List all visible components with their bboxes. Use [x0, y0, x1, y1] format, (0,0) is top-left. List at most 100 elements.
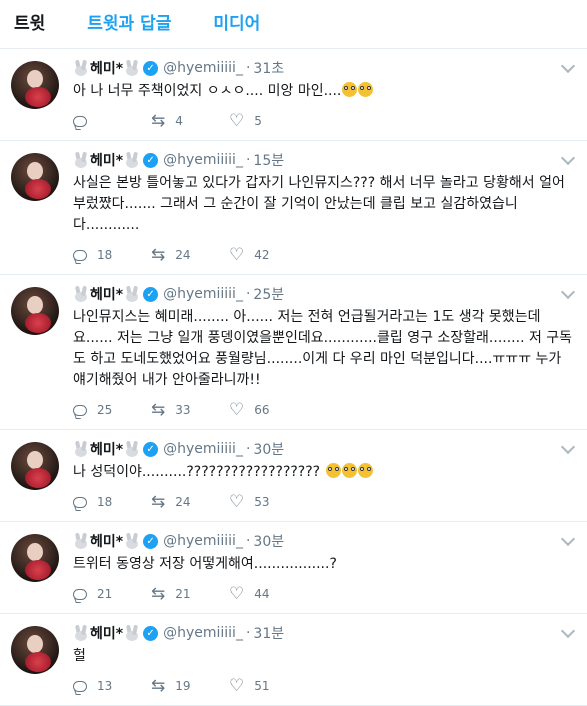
like-count: 66: [254, 403, 270, 417]
retweet-count: 21: [175, 587, 191, 601]
reply-count: 18: [97, 248, 113, 262]
like-button[interactable]: ♡ 5: [229, 111, 307, 131]
tweet-body-text: 나 성덕이야..........??????????????????: [73, 464, 325, 480]
tweet-text: 트위터 동영상 저장 어떻게해여.................?: [73, 554, 575, 575]
flushed-face-icon: [341, 463, 357, 478]
tweet-time[interactable]: 25분: [253, 284, 284, 304]
reply-icon: [73, 588, 87, 600]
user-name[interactable]: 헤미*: [90, 623, 123, 643]
retweet-count: 33: [175, 403, 191, 417]
avatar[interactable]: [11, 534, 59, 582]
tweet-time[interactable]: 30분: [253, 439, 284, 459]
tweet-text: 나 성덕이야..........??????????????????: [73, 462, 575, 483]
tab-tweets-and-replies[interactable]: 트윗과 답글: [87, 0, 171, 48]
rabbit-emoji-icon: [73, 533, 89, 549]
retweet-button[interactable]: ⇆ 4: [151, 111, 229, 131]
tweet-body-text: 아 나 너무 주책이었지 ㅇㅅㅇ.... 미앙 마인....: [73, 83, 342, 99]
tab-tweets[interactable]: 트윗: [14, 0, 45, 48]
like-button[interactable]: ♡ 53: [229, 492, 307, 512]
tweet[interactable]: 헤미* ✓ @hyemiiiii_ · 30분 나 성덕이야..........…: [0, 430, 587, 522]
rabbit-emoji-icon: [73, 60, 89, 76]
like-button[interactable]: ♡ 51: [229, 676, 307, 696]
tweet-text: 헐: [73, 646, 575, 667]
tweet[interactable]: 헤미* ✓ @hyemiiiii_ · 25분 나인뮤지스는 혜미래......…: [0, 275, 587, 430]
user-name[interactable]: 헤미*: [90, 150, 123, 170]
user-name[interactable]: 헤미*: [90, 531, 123, 551]
retweet-button[interactable]: ⇆ 19: [151, 678, 229, 695]
retweet-button[interactable]: ⇆ 24: [151, 494, 229, 511]
reply-count: 21: [97, 587, 113, 601]
tweet-body-text: 헐: [73, 648, 86, 664]
user-handle[interactable]: @hyemiiiii_: [163, 60, 243, 76]
like-icon: ♡: [229, 111, 245, 131]
like-icon: ♡: [229, 676, 245, 696]
reply-icon: [73, 249, 87, 261]
rabbit-emoji-icon: [73, 152, 89, 168]
retweet-count: 24: [175, 248, 191, 262]
retweet-icon: ⇆: [151, 584, 166, 604]
retweet-button[interactable]: ⇆ 21: [151, 584, 229, 604]
retweet-icon: ⇆: [151, 111, 166, 131]
user-handle[interactable]: @hyemiiiii_: [163, 286, 243, 302]
tweet-header: 헤미* ✓ @hyemiiiii_ · 15분: [73, 149, 575, 171]
retweet-icon: ⇆: [151, 400, 166, 420]
tweet-body-text: 사실은 본방 틀어놓고 있다가 갑자기 나인뮤지스??? 해서 너무 놀라고 당…: [73, 175, 565, 233]
reply-button[interactable]: 21: [73, 587, 151, 601]
separator-dot: ·: [245, 152, 251, 168]
user-handle[interactable]: @hyemiiiii_: [163, 441, 243, 457]
tweet-actions: 18 ⇆ 24 ♡ 42: [73, 236, 575, 274]
emoji-group: [341, 82, 374, 99]
tweet-time[interactable]: 31초: [253, 58, 284, 78]
rabbit-emoji-icon: [73, 286, 89, 302]
avatar[interactable]: [11, 287, 59, 335]
avatar[interactable]: [11, 153, 59, 201]
reply-button[interactable]: [73, 115, 151, 127]
user-handle[interactable]: @hyemiiiii_: [163, 533, 243, 549]
tweet-time[interactable]: 31분: [253, 623, 284, 643]
like-count: 51: [254, 679, 270, 693]
verified-icon: ✓: [143, 60, 159, 76]
like-button[interactable]: ♡ 42: [229, 247, 307, 264]
tab-media[interactable]: 미디어: [213, 0, 260, 48]
avatar[interactable]: [11, 626, 59, 674]
tweet-body-text: 트위터 동영상 저장 어떻게해여.................?: [73, 556, 337, 572]
tweet-text: 사실은 본방 틀어놓고 있다가 갑자기 나인뮤지스??? 해서 너무 놀라고 당…: [73, 173, 575, 236]
like-icon: ♡: [229, 400, 245, 420]
tweet-body-text: 나인뮤지스는 혜미래........ 아...... 저는 전혀 언급될거라고는…: [73, 309, 573, 388]
tweet[interactable]: 헤미* ✓ @hyemiiiii_ · 31분 헐 13 ⇆ 19 ♡ 51: [0, 614, 587, 706]
avatar[interactable]: [11, 442, 59, 490]
retweet-icon: ⇆: [151, 245, 166, 265]
avatar[interactable]: [11, 61, 59, 109]
timeline: 헤미* ✓ @hyemiiiii_ · 31초 아 나 너무 주책이었지 ㅇㅅㅇ…: [0, 49, 587, 706]
retweet-button[interactable]: ⇆ 24: [151, 245, 229, 265]
like-button[interactable]: ♡ 44: [229, 586, 307, 603]
user-handle[interactable]: @hyemiiiii_: [163, 625, 243, 641]
flushed-face-icon: [325, 463, 341, 478]
user-handle[interactable]: @hyemiiiii_: [163, 152, 243, 168]
tweet[interactable]: 헤미* ✓ @hyemiiiii_ · 30분 트위터 동영상 저장 어떻게해여…: [0, 522, 587, 614]
like-icon: ♡: [229, 492, 245, 512]
reply-icon: [73, 404, 87, 416]
separator-dot: ·: [245, 286, 251, 302]
rabbit-emoji-icon: [124, 441, 140, 457]
flushed-face-icon: [357, 463, 373, 478]
tweet-actions: 21 ⇆ 21 ♡ 44: [73, 575, 575, 613]
tweet-time[interactable]: 15분: [253, 150, 284, 170]
reply-button[interactable]: 13: [73, 679, 151, 693]
retweet-button[interactable]: ⇆ 33: [151, 400, 229, 420]
user-name[interactable]: 헤미*: [90, 439, 123, 459]
reply-button[interactable]: 18: [73, 495, 151, 509]
tweet[interactable]: 헤미* ✓ @hyemiiiii_ · 31초 아 나 너무 주책이었지 ㅇㅅㅇ…: [0, 49, 587, 141]
user-name[interactable]: 헤미*: [90, 58, 123, 78]
flushed-face-icon: [342, 82, 358, 97]
tweet[interactable]: 헤미* ✓ @hyemiiiii_ · 15분 사실은 본방 틀어놓고 있다가 …: [0, 141, 587, 275]
rabbit-emoji-icon: [73, 625, 89, 641]
user-name[interactable]: 헤미*: [90, 284, 123, 304]
like-button[interactable]: ♡ 66: [229, 400, 307, 420]
verified-icon: ✓: [143, 625, 159, 641]
tweet-time[interactable]: 30분: [253, 531, 284, 551]
reply-button[interactable]: 18: [73, 248, 151, 262]
like-count: 42: [254, 248, 270, 262]
reply-button[interactable]: 25: [73, 403, 151, 417]
rabbit-emoji-icon: [124, 286, 140, 302]
